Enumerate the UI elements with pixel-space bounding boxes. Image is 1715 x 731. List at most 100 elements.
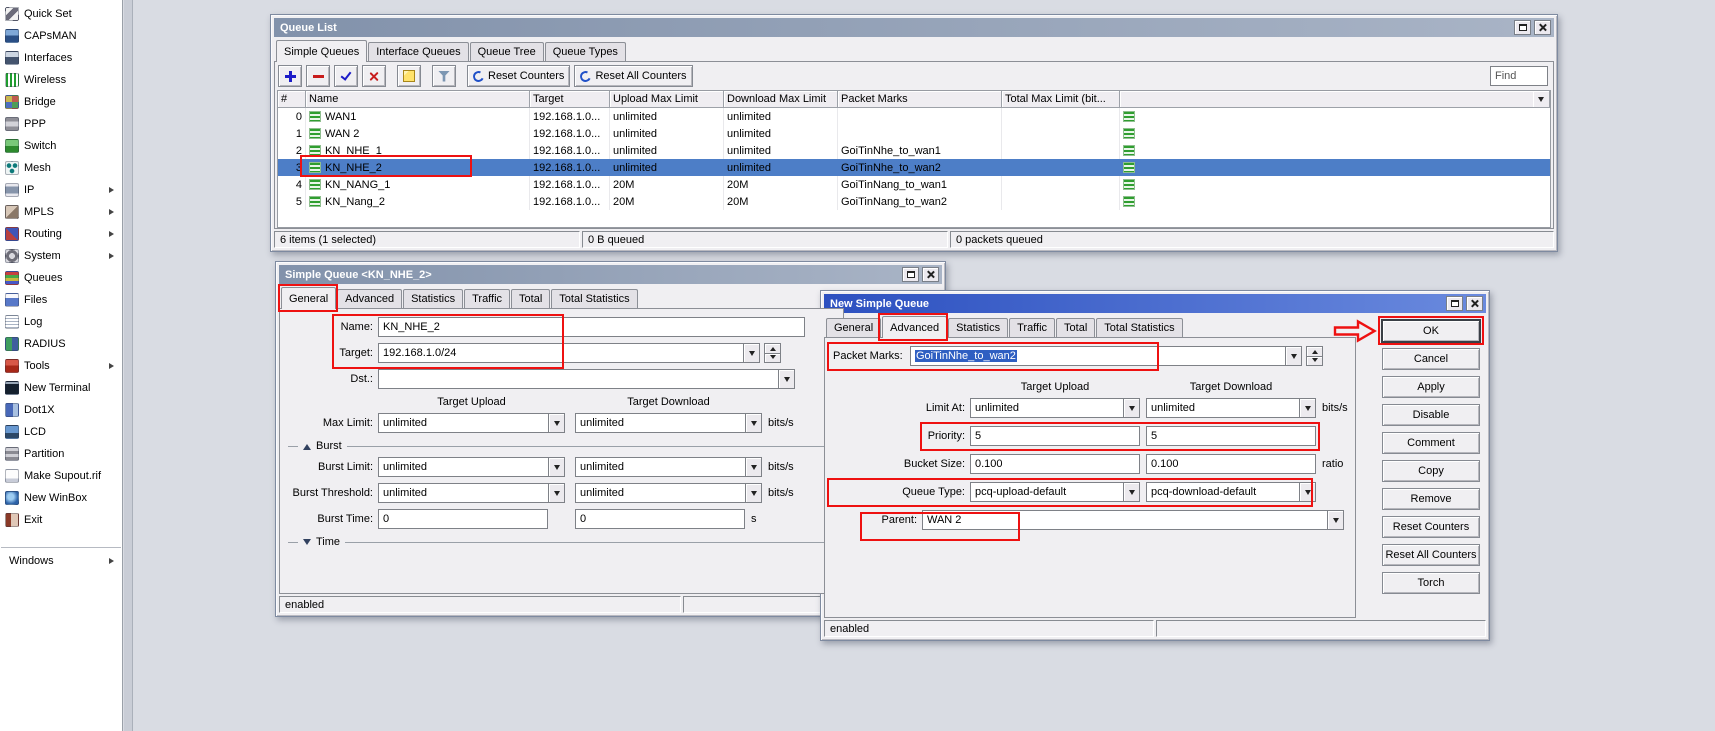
sidebar-resize-strip[interactable] [124,0,133,731]
queue-type-upload-field[interactable]: pcq-upload-default [970,482,1123,502]
tab-total[interactable]: Total [511,289,550,308]
col-number[interactable]: # [278,91,306,108]
sidebar-item-tools[interactable]: Tools [0,355,122,377]
reset-all-counters-button[interactable]: Reset All Counters [1382,544,1480,566]
sidebar-item-log[interactable]: Log [0,311,122,333]
tab-advanced[interactable]: Advanced [882,316,947,338]
tab-general[interactable]: General [826,318,881,337]
time-section-toggle[interactable]: Time [288,535,835,549]
enable-button[interactable] [334,65,358,87]
target-field[interactable]: 192.168.1.0/24 [378,343,743,363]
burst-limit-upload-field[interactable]: unlimited [378,457,548,477]
col-name[interactable]: Name [306,91,530,108]
col-upload-max-limit[interactable]: Upload Max Limit [610,91,724,108]
dropdown-arrow-icon[interactable] [548,413,565,433]
comment-button[interactable]: Comment [1382,432,1480,454]
target-combo[interactable]: 192.168.1.0/24 [378,343,760,363]
sidebar-item-wireless[interactable]: Wireless [0,69,122,91]
packet-marks-field[interactable]: GoiTinNhe_to_wan2 [910,346,1285,366]
sidebar-item-bridge[interactable]: Bridge [0,91,122,113]
sidebar-item-mesh[interactable]: Mesh [0,157,122,179]
tab-statistics[interactable]: Statistics [403,289,463,308]
dropdown-arrow-icon[interactable] [743,343,760,363]
sidebar-item-windows[interactable]: Windows [0,550,122,572]
queue-row-kn-nhe-2-selected[interactable]: 3 KN_NHE_2 192.168.1.0... unlimited unli… [278,159,1550,176]
dst-field[interactable] [378,369,778,389]
comment-button[interactable] [397,65,421,87]
sidebar-item-quick-set[interactable]: Quick Set [0,3,122,25]
queue-row-kn-nang-1[interactable]: 4 KN_NANG_1 192.168.1.0... 20M 20M GoiTi… [278,176,1550,193]
remove-button[interactable]: Remove [1382,488,1480,510]
sidebar-item-ip[interactable]: IP [0,179,122,201]
sidebar-item-partition[interactable]: Partition [0,443,122,465]
packet-marks-up-down-spinner[interactable] [1306,346,1323,366]
copy-button[interactable]: Copy [1382,460,1480,482]
limit-at-download-field[interactable]: unlimited [1146,398,1299,418]
target-up-down-spinner[interactable] [764,343,781,363]
queue-type-download-field[interactable]: pcq-download-default [1146,482,1299,502]
packet-marks-combo[interactable]: GoiTinNhe_to_wan2 [910,346,1302,366]
tab-interface-queues[interactable]: Interface Queues [368,42,468,61]
reset-all-counters-button[interactable]: Reset All Counters [574,65,692,87]
tab-general[interactable]: General [281,287,336,309]
burst-threshold-download-combo[interactable]: unlimited [575,483,762,503]
torch-button[interactable]: Torch [1382,572,1480,594]
tab-traffic[interactable]: Traffic [1009,318,1055,337]
remove-button[interactable] [306,65,330,87]
queue-row-wan2[interactable]: 1 WAN 2 192.168.1.0... unlimited unlimit… [278,125,1550,142]
tab-queue-types[interactable]: Queue Types [545,42,626,61]
tab-traffic[interactable]: Traffic [464,289,510,308]
priority-upload-field[interactable]: 5 [970,426,1140,446]
tab-simple-queues[interactable]: Simple Queues [276,40,367,62]
sidebar-item-routing[interactable]: Routing [0,223,122,245]
col-target[interactable]: Target [530,91,610,108]
new-queue-titlebar[interactable]: New Simple Queue [824,294,1486,313]
limit-at-download-combo[interactable]: unlimited [1146,398,1316,418]
column-select-button[interactable] [1533,91,1550,108]
burst-time-upload-field[interactable]: 0 [378,509,548,529]
sidebar-item-new-winbox[interactable]: New WinBox [0,487,122,509]
close-button[interactable] [1534,20,1551,35]
burst-limit-download-field[interactable]: unlimited [575,457,745,477]
burst-limit-download-combo[interactable]: unlimited [575,457,762,477]
dropdown-arrow-icon[interactable] [1123,482,1140,502]
sidebar-item-queues[interactable]: Queues [0,267,122,289]
tab-advanced[interactable]: Advanced [337,289,402,308]
cancel-button[interactable]: Cancel [1382,348,1480,370]
tab-total[interactable]: Total [1056,318,1095,337]
tab-total-statistics[interactable]: Total Statistics [551,289,637,308]
sidebar-item-make-supout[interactable]: Make Supout.rif [0,465,122,487]
sidebar-item-mpls[interactable]: MPLS [0,201,122,223]
limit-at-upload-field[interactable]: unlimited [970,398,1123,418]
burst-threshold-download-field[interactable]: unlimited [575,483,745,503]
sidebar-item-radius[interactable]: RADIUS [0,333,122,355]
queue-row-kn-nhe-1[interactable]: 2 KN_NHE_1 192.168.1.0... unlimited unli… [278,142,1550,159]
tab-statistics[interactable]: Statistics [948,318,1008,337]
sidebar-item-ppp[interactable]: PPP [0,113,122,135]
dropdown-arrow-icon[interactable] [548,483,565,503]
sidebar-item-dot1x[interactable]: Dot1X [0,399,122,421]
parent-field[interactable]: WAN 2 [922,510,1327,530]
dropdown-arrow-icon[interactable] [1123,398,1140,418]
burst-threshold-upload-combo[interactable]: unlimited [378,483,565,503]
sidebar-item-system[interactable]: System [0,245,122,267]
sidebar-item-capsman[interactable]: CAPsMAN [0,25,122,47]
restore-button[interactable] [902,267,919,282]
burst-time-download-field[interactable]: 0 [575,509,745,529]
dropdown-arrow-icon[interactable] [1285,346,1302,366]
queue-type-download-combo[interactable]: pcq-download-default [1146,482,1316,502]
burst-section-toggle[interactable]: Burst [288,439,835,453]
dropdown-arrow-icon[interactable] [745,457,762,477]
dropdown-arrow-icon[interactable] [745,483,762,503]
name-field[interactable]: KN_NHE_2 [378,317,805,337]
sidebar-item-exit[interactable]: Exit [0,509,122,531]
sidebar-item-switch[interactable]: Switch [0,135,122,157]
priority-download-field[interactable]: 5 [1146,426,1316,446]
parent-combo[interactable]: WAN 2 [922,510,1344,530]
bucket-size-upload-field[interactable]: 0.100 [970,454,1140,474]
find-input[interactable] [1490,66,1548,86]
max-limit-download-field[interactable]: unlimited [575,413,745,433]
dropdown-arrow-icon[interactable] [1327,510,1344,530]
add-button[interactable] [278,65,302,87]
dropdown-arrow-icon[interactable] [778,369,795,389]
